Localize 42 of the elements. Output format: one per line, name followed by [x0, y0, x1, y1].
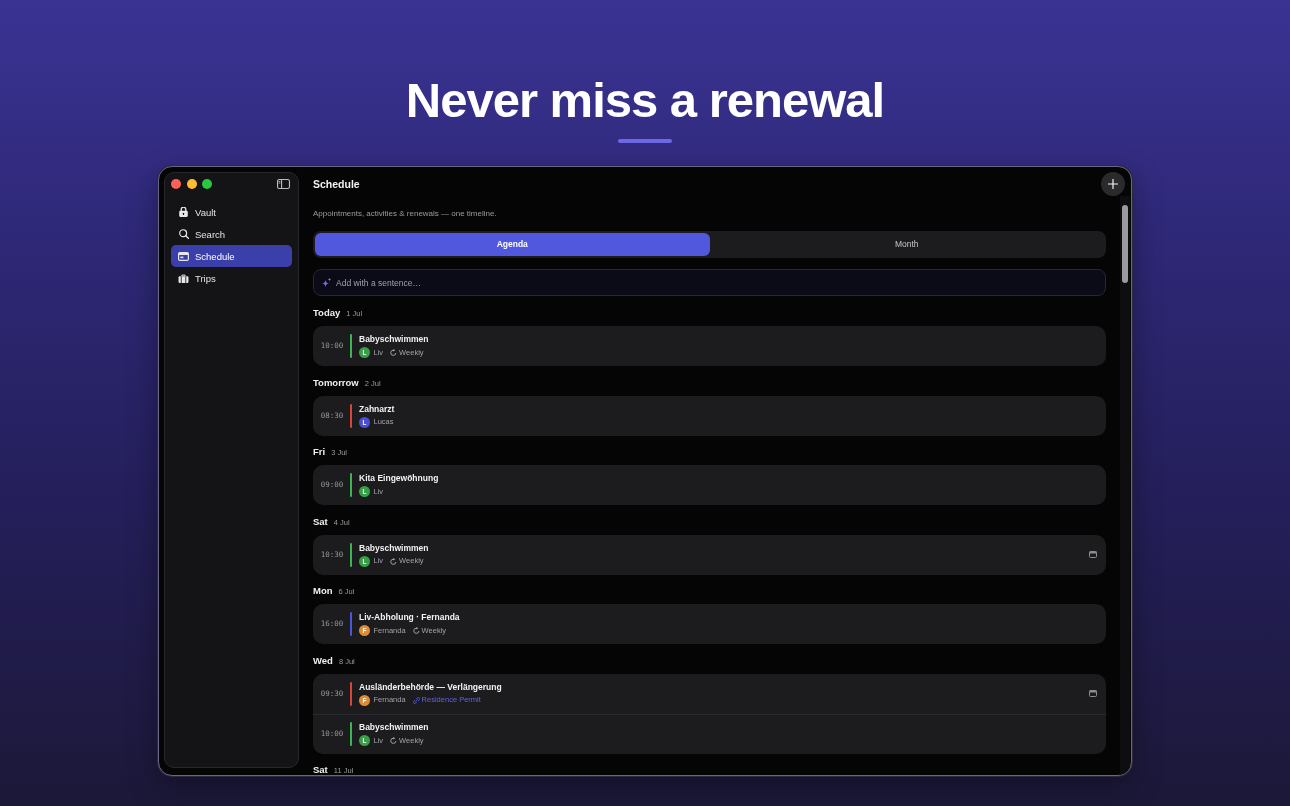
repeat-icon	[390, 349, 398, 356]
calendar-icon	[178, 251, 189, 261]
day-name: Wed	[313, 655, 333, 666]
sidebar-item[interactable]: Search	[171, 223, 292, 245]
close-button[interactable]	[171, 179, 181, 189]
day-name: Tomorrow	[313, 377, 359, 388]
search-icon	[178, 229, 189, 239]
repeat-icon	[390, 557, 398, 565]
plus-icon	[1108, 179, 1118, 189]
day-name: Fri	[313, 447, 326, 457]
accent-bar	[618, 139, 672, 143]
view-tab[interactable]: Agenda	[315, 233, 710, 256]
sidebar-toggle-icon[interactable]	[277, 179, 290, 189]
page-title: Schedule	[313, 178, 361, 190]
repeat-icon	[412, 627, 420, 634]
day-name: Today	[313, 308, 341, 318]
event-title: Liv-Abholung · Fernanda	[359, 612, 461, 623]
scrollbar-thumb[interactable]	[1122, 205, 1128, 283]
event-title: Babyschwimmen	[359, 334, 430, 345]
headline: Never miss a renewal	[405, 75, 885, 125]
sidebar-item[interactable]: Vault	[171, 201, 292, 223]
day-name: Sat	[313, 516, 328, 527]
view-tab[interactable]: Month	[709, 233, 1104, 256]
event-title: Babyschwimmen	[359, 542, 430, 554]
event-title: Babyschwimmen	[359, 722, 430, 733]
sidebar-item[interactable]: Trips	[171, 267, 292, 289]
event-title: Kita Eingewöhnung	[359, 473, 440, 484]
suitcase-icon	[178, 273, 189, 283]
minimize-button[interactable]	[186, 179, 197, 189]
event-title: Ausländerbehörde — Verlängerung	[359, 681, 503, 693]
add-button[interactable]	[1101, 172, 1125, 196]
day-name: Mon	[313, 586, 333, 596]
lock-icon	[179, 207, 188, 217]
event-title: Zahnarzt	[359, 403, 396, 415]
link-icon	[412, 696, 420, 704]
quick-add-field[interactable]: Add with a sentence…	[313, 269, 1106, 296]
sidebar-item[interactable]: Schedule	[171, 245, 292, 267]
repeat-icon	[390, 737, 398, 744]
sparkle-icon	[322, 278, 331, 287]
page-subtitle: Appointments, activities & renewals — one timeline.	[313, 208, 498, 220]
zoom-button[interactable]	[202, 179, 212, 189]
day-name: Sat	[313, 765, 328, 775]
